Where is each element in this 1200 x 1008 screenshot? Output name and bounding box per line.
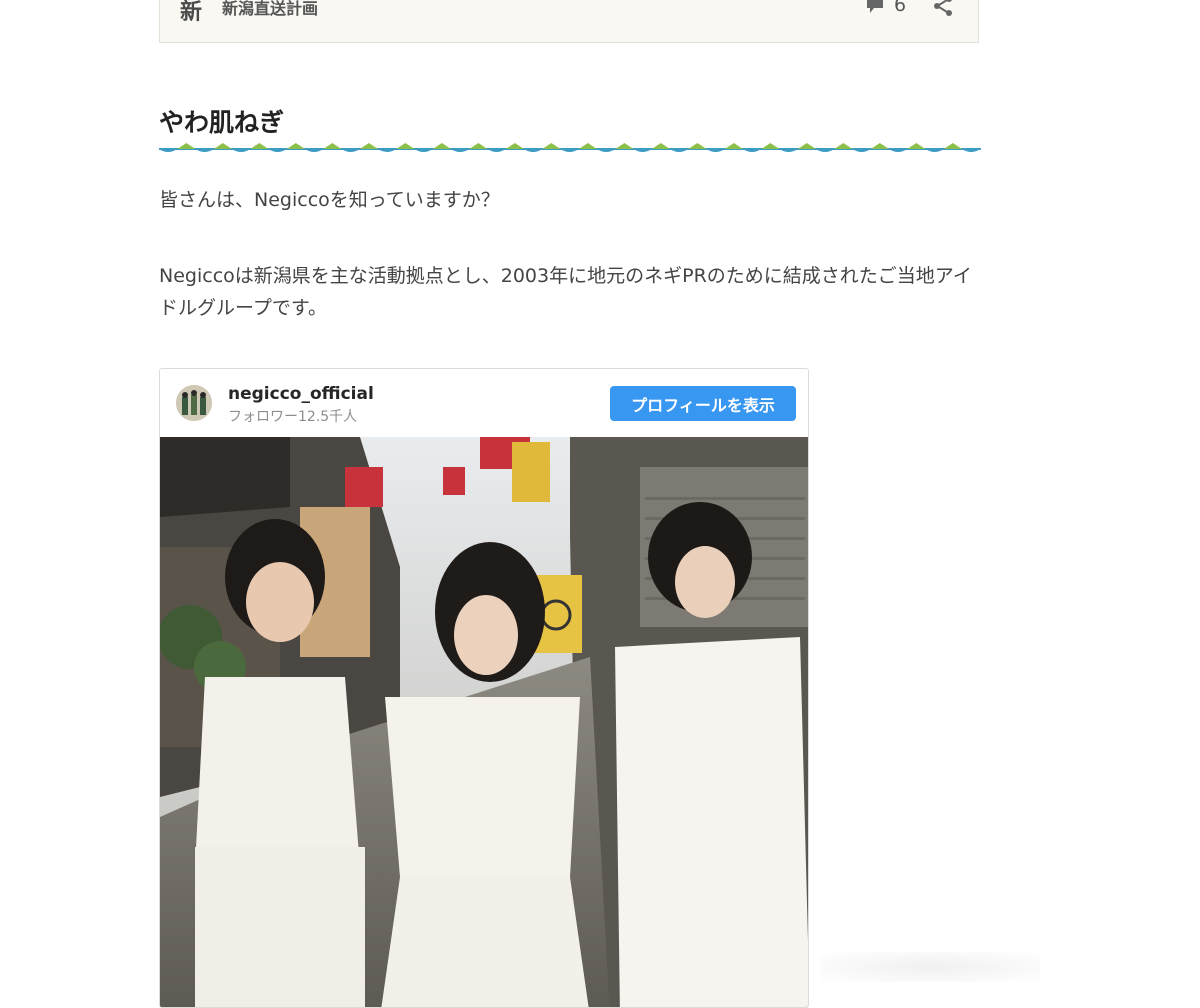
- follower-count: フォロワー12.5千人: [228, 409, 358, 425]
- article-paragraph: Negiccoは新潟県を主な活動拠点とし、2003年に地元のネギPRのために結成…: [159, 265, 972, 319]
- comment-count: 6: [894, 0, 907, 16]
- avatar[interactable]: [176, 385, 212, 421]
- author-name[interactable]: 新潟直送計画: [222, 0, 318, 19]
- instagram-embed: negicco_official フォロワー12.5千人 プロフィールを表示: [159, 368, 809, 1008]
- shadow-decoration: [820, 952, 1040, 982]
- instagram-photo[interactable]: [160, 437, 809, 1008]
- author-logo[interactable]: 新: [180, 0, 202, 26]
- wave-divider: [159, 143, 981, 152]
- view-profile-button[interactable]: プロフィールを表示: [610, 386, 796, 421]
- instagram-username[interactable]: negicco_official: [228, 384, 374, 404]
- article-paragraph: 皆さんは、Negiccoを知っていますか？: [159, 189, 500, 211]
- share-icon[interactable]: [931, 0, 955, 18]
- section-title: やわ肌ねぎ: [159, 108, 285, 137]
- comment-icon: [867, 0, 883, 13]
- author-bar: 新 新潟直送計画 6: [159, 0, 979, 43]
- comment-button[interactable]: 6: [866, 0, 906, 16]
- embed-header: negicco_official フォロワー12.5千人 プロフィールを表示: [160, 369, 808, 437]
